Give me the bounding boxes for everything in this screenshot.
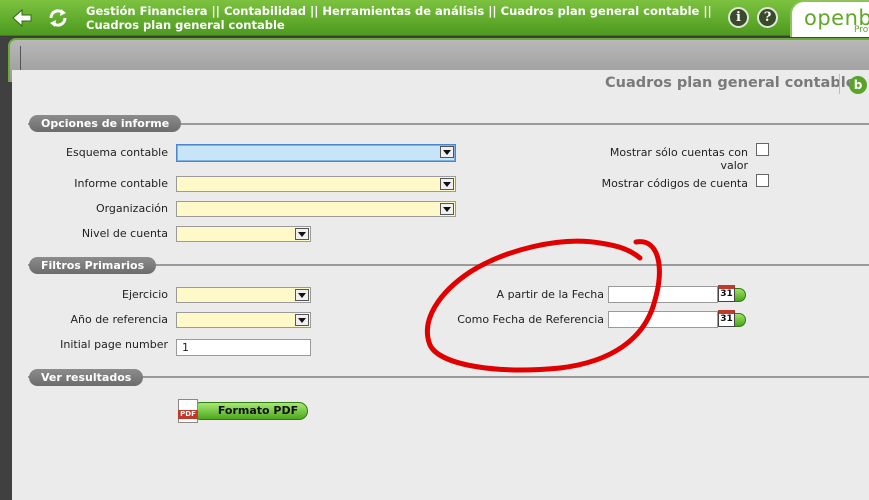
red-annotation-circle [424,238,662,373]
